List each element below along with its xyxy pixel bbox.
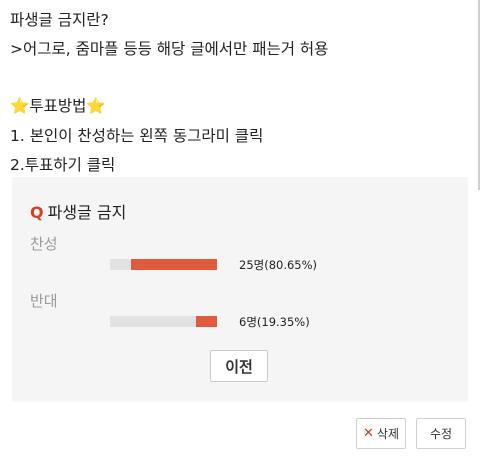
- edit-button[interactable]: 수정: [416, 418, 466, 449]
- poll-bar-fill-disagree: [196, 316, 217, 327]
- poll-result-disagree: 6명(19.35%): [239, 315, 310, 329]
- post-line-1: 파생글 금지란?: [10, 11, 109, 29]
- post-line-step-2: 2.투표하기 클릭: [10, 156, 116, 174]
- poll-title-text: 파생글 금지: [47, 203, 127, 222]
- poll-option-label-disagree: 반대: [30, 292, 58, 310]
- voting-method-label: 투표방법: [29, 97, 87, 115]
- poll-prev-button[interactable]: 이전: [210, 350, 268, 382]
- poll-result-agree: 25명(80.65%): [239, 258, 318, 272]
- poll-bar-agree: [110, 259, 217, 270]
- post-line-voting-method: ⭐투표방법⭐: [10, 94, 106, 116]
- poll-q-icon: Q: [30, 203, 44, 222]
- delete-label: 삭제: [376, 427, 399, 441]
- poll-bar-disagree: [110, 316, 217, 327]
- star-icon: ⭐: [86, 97, 106, 115]
- delete-button[interactable]: ✕ 삭제: [356, 418, 406, 449]
- post-line-2: >어그로, 줌마플 등등 해당 글에서만 패는거 허용: [10, 40, 329, 58]
- poll-title: Q 파생글 금지: [30, 199, 126, 223]
- close-icon: ✕: [363, 426, 374, 441]
- post-line-step-1: 1. 본인이 찬성하는 왼쪽 동그라미 클릭: [10, 127, 264, 145]
- poll-option-label-agree: 찬성: [30, 235, 58, 253]
- poll-box: Q 파생글 금지 찬성 25명(80.65%) 반대 6명(19.35%) 이전: [12, 177, 468, 402]
- poll-bar-fill-agree: [130, 259, 217, 270]
- star-icon: ⭐: [10, 97, 30, 115]
